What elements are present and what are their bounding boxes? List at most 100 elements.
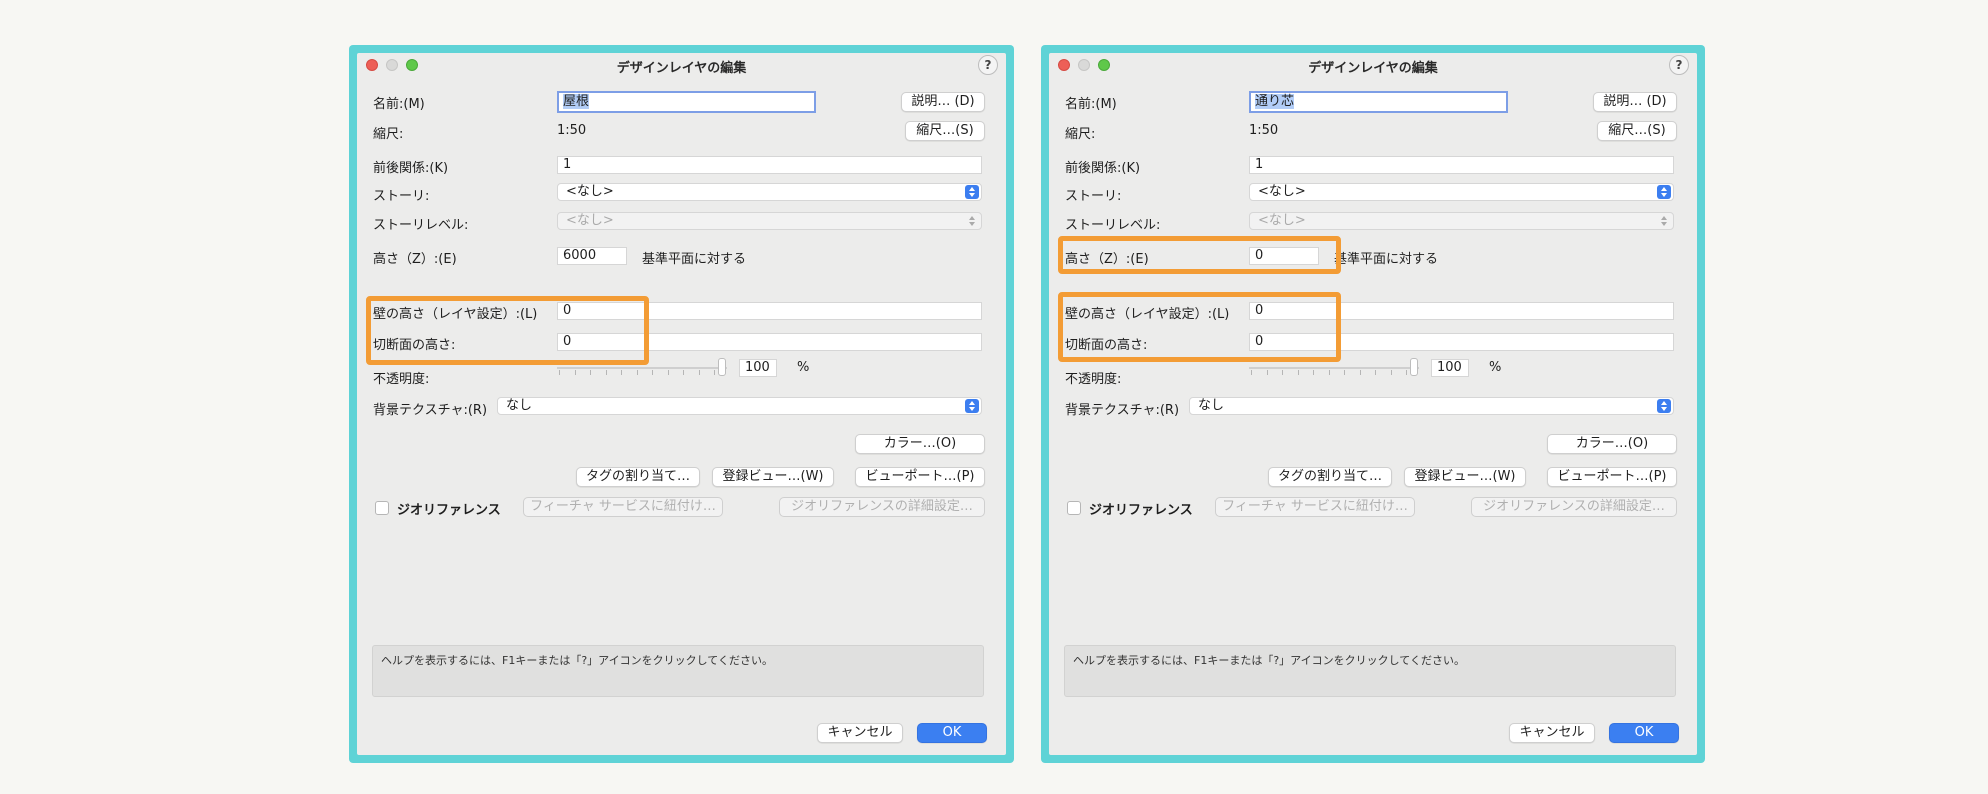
scale-value: 1:50 <box>557 123 587 138</box>
bg-texture-select[interactable]: なし <box>1189 397 1674 415</box>
viewport-button[interactable]: ビューポート…(P) <box>855 467 985 487</box>
title-bar: デザインレイヤの編集 ? <box>357 53 1006 77</box>
scale-label: 縮尺: <box>373 127 404 142</box>
opacity-unit: % <box>797 360 810 375</box>
story-level-label: ストーリレベル: <box>1065 218 1161 233</box>
dialog-frame-roof: デザインレイヤの編集 ? 名前:(M) 屋根 説明… (D) 縮尺: 1:50 … <box>349 45 1014 763</box>
story-select-value: <なし> <box>1258 184 1306 199</box>
slider-tick <box>1313 370 1314 375</box>
opacity-label: 不透明度: <box>1065 372 1122 387</box>
color-button[interactable]: カラー…(O) <box>855 434 985 454</box>
assign-tags-button[interactable]: タグの割り当て… <box>576 467 700 487</box>
slider-tick <box>1359 370 1361 375</box>
height-input[interactable]: 6000 <box>557 247 627 265</box>
name-input[interactable]: 通り芯 <box>1249 91 1508 113</box>
name-label: 名前:(M) <box>373 97 425 112</box>
select-arrows-icon <box>1657 185 1671 199</box>
slider-knob[interactable] <box>1410 358 1418 376</box>
slider-tick <box>1375 370 1376 375</box>
georef-detail-button: ジオリファレンスの詳細設定… <box>1471 497 1677 517</box>
link-feature-service-button: フィーチャ サービスに紐付け… <box>1215 497 1415 517</box>
story-select[interactable]: <なし> <box>1249 183 1674 201</box>
bg-texture-label: 背景テクスチャ:(R) <box>373 403 488 418</box>
slider-knob[interactable] <box>718 358 726 376</box>
slider-tick <box>714 370 715 375</box>
opacity-input[interactable]: 100 <box>1431 359 1469 377</box>
dialog-title: デザインレイヤの編集 <box>1308 61 1438 76</box>
select-arrows-icon <box>965 185 979 199</box>
highlight-box-wall-cut-left <box>366 296 649 365</box>
opacity-label: 不透明度: <box>373 372 430 387</box>
scale-button[interactable]: 縮尺…(S) <box>1597 121 1677 141</box>
opacity-input[interactable]: 100 <box>739 359 777 377</box>
story-select-value: <なし> <box>566 184 614 199</box>
scale-button[interactable]: 縮尺…(S) <box>905 121 985 141</box>
select-arrows-icon <box>965 214 979 228</box>
help-message-text: ヘルプを表示するには、F1キーまたは「?」アイコンをクリックしてください。 <box>381 654 773 667</box>
title-bar: デザインレイヤの編集 ? <box>1049 53 1697 77</box>
order-input[interactable]: 1 <box>557 156 982 174</box>
height-note: 基準平面に対する <box>1334 252 1439 267</box>
order-label: 前後関係:(K) <box>1065 161 1141 176</box>
cancel-button[interactable]: キャンセル <box>1509 723 1595 743</box>
bg-texture-label: 背景テクスチャ:(R) <box>1065 403 1180 418</box>
bg-texture-select-value: なし <box>1198 398 1225 413</box>
highlight-box-wall-cut-right <box>1058 292 1341 362</box>
slider-tick <box>1251 370 1252 375</box>
slider-tick <box>683 370 684 375</box>
viewport-button[interactable]: ビューポート…(P) <box>1547 467 1677 487</box>
bg-texture-select[interactable]: なし <box>497 397 982 415</box>
select-arrows-icon <box>965 399 979 413</box>
georef-detail-button: ジオリファレンスの詳細設定… <box>779 497 985 517</box>
link-feature-service-button: フィーチャ サービスに紐付け… <box>523 497 723 517</box>
slider-tick <box>1282 370 1283 375</box>
ok-button[interactable]: OK <box>917 723 987 743</box>
help-icon[interactable]: ? <box>978 55 998 75</box>
assign-tags-button[interactable]: タグの割り当て… <box>1268 467 1392 487</box>
slider-tick <box>621 370 622 375</box>
story-level-label: ストーリレベル: <box>373 218 469 233</box>
story-level-select: <なし> <box>557 212 982 230</box>
story-level-select-value: <なし> <box>1258 213 1306 228</box>
name-label: 名前:(M) <box>1065 97 1117 112</box>
slider-tick <box>698 370 700 375</box>
help-icon[interactable]: ? <box>1669 55 1689 75</box>
color-button[interactable]: カラー…(O) <box>1547 434 1677 454</box>
slider-tick <box>667 370 669 375</box>
height-note: 基準平面に対する <box>642 252 747 267</box>
scale-label: 縮尺: <box>1065 127 1096 142</box>
georef-checkbox[interactable] <box>1067 501 1081 515</box>
cancel-button[interactable]: キャンセル <box>817 723 903 743</box>
dialog-title: デザインレイヤの編集 <box>616 61 747 76</box>
select-arrows-icon <box>1657 214 1671 228</box>
describe-button[interactable]: 説明… (D) <box>901 92 985 112</box>
story-level-select-value: <なし> <box>566 213 614 228</box>
slider-tick <box>1297 370 1299 375</box>
describe-button[interactable]: 説明… (D) <box>1593 92 1677 112</box>
scale-value: 1:50 <box>1249 123 1279 138</box>
slider-tick <box>574 370 576 375</box>
slider-track <box>1249 367 1419 369</box>
dialog-window: デザインレイヤの編集 ? 名前:(M) 通り芯 説明… (D) 縮尺: 1:50… <box>1049 53 1697 755</box>
slider-tick <box>590 370 591 375</box>
ok-button[interactable]: OK <box>1609 723 1679 743</box>
order-label: 前後関係:(K) <box>373 161 449 176</box>
name-input-value: 通り芯 <box>1255 94 1295 109</box>
name-input[interactable]: 屋根 <box>557 91 816 113</box>
dialog-window: デザインレイヤの編集 ? 名前:(M) 屋根 説明… (D) 縮尺: 1:50 … <box>357 53 1006 755</box>
order-input[interactable]: 1 <box>1249 156 1674 174</box>
slider-tick <box>1328 370 1330 375</box>
slider-tick <box>636 370 638 375</box>
georef-label: ジオリファレンス <box>397 503 501 518</box>
slider-tick <box>559 370 560 375</box>
georef-checkbox[interactable] <box>375 501 389 515</box>
dialog-frame-grid: デザインレイヤの編集 ? 名前:(M) 通り芯 説明… (D) 縮尺: 1:50… <box>1041 45 1705 763</box>
highlight-box-height-right <box>1058 236 1341 274</box>
slider-track <box>557 367 727 369</box>
saved-views-button[interactable]: 登録ビュー…(W) <box>1404 467 1526 487</box>
story-select[interactable]: <なし> <box>557 183 982 201</box>
saved-views-button[interactable]: 登録ビュー…(W) <box>712 467 834 487</box>
name-input-value: 屋根 <box>563 94 590 109</box>
opacity-unit: % <box>1489 360 1502 375</box>
story-level-select: <なし> <box>1249 212 1674 230</box>
